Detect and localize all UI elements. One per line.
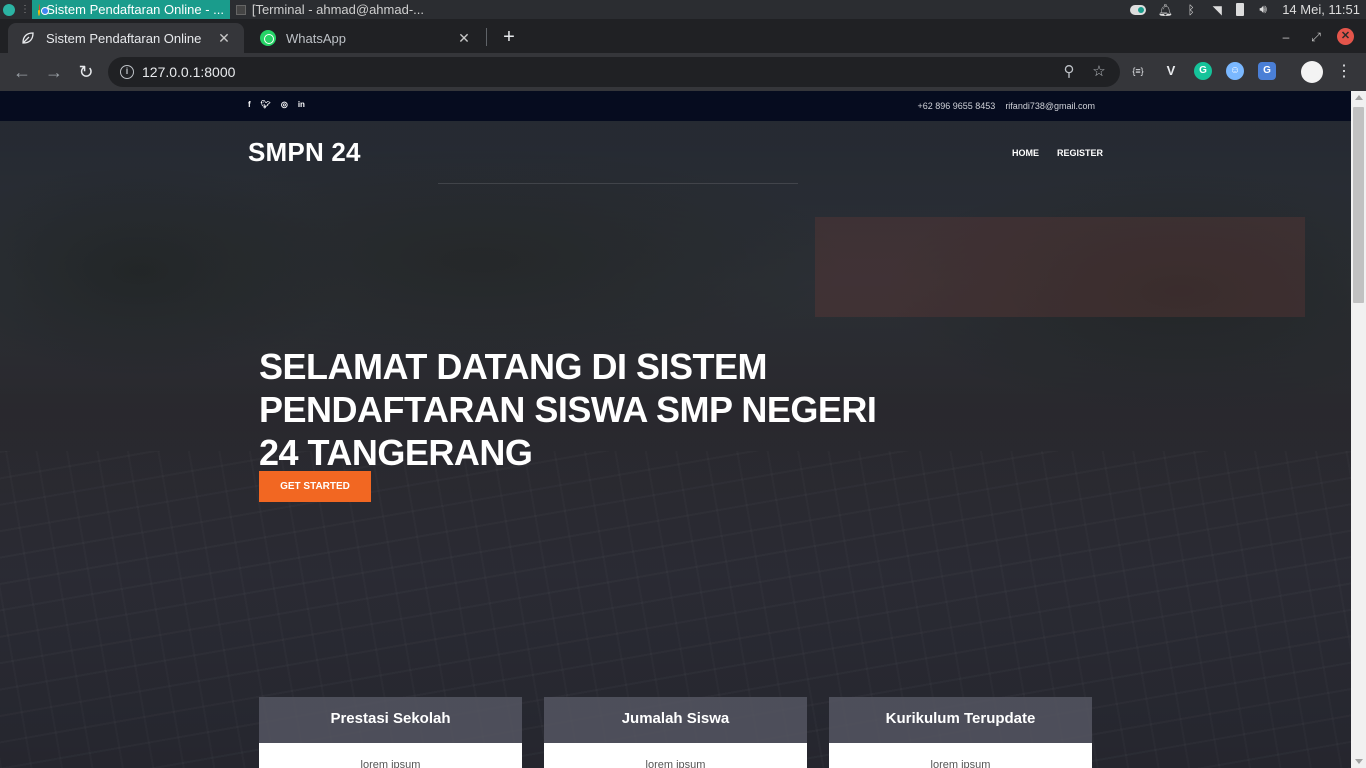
bluetooth-icon[interactable]: ᛒ: [1184, 3, 1198, 17]
browser-menu-icon[interactable]: ⋮: [1336, 61, 1352, 83]
feature-card-title: Jumalah Siswa: [544, 697, 807, 743]
feature-card-title: Prestasi Sekolah: [259, 697, 522, 743]
restore-button[interactable]: ⤢: [1306, 27, 1326, 47]
social-links: f 🐦︎ ◎ in: [248, 100, 305, 109]
taskbar-item-terminal[interactable]: [Terminal - ahmad@ahmad-...: [230, 0, 430, 19]
back-button[interactable]: ←: [12, 62, 32, 82]
taskbar-item-label: [Terminal - ahmad@ahmad-...: [251, 2, 424, 17]
feature-card: Jumalah Siswa lorem ipsum: [544, 697, 807, 768]
email-address[interactable]: rifandi738@gmail.com: [1005, 101, 1095, 111]
system-tray: 🔔︎ ᛒ ◥ 🔊︎ 14 Mei, 11:51: [1130, 2, 1366, 17]
wifi-icon[interactable]: ◥: [1210, 3, 1224, 17]
whatsapp-icon: [260, 30, 276, 46]
battery-icon[interactable]: [1236, 3, 1245, 16]
close-window-button[interactable]: ✕: [1337, 28, 1354, 45]
page-scrollbar[interactable]: [1351, 91, 1366, 768]
reload-button[interactable]: ↻: [76, 62, 96, 82]
get-started-button[interactable]: GET STARTED: [259, 471, 371, 502]
taskbar-item-chrome[interactable]: Sistem Pendaftaran Online - ...: [32, 0, 230, 19]
terminal-icon: [236, 4, 246, 15]
page-viewport: f 🐦︎ ◎ in +62 896 9655 8453 rifandi738@g…: [0, 91, 1351, 768]
feature-card-body: lorem ipsum: [829, 743, 1092, 768]
bookmark-star-icon[interactable]: ☆: [1090, 63, 1108, 81]
app-launcher-icon[interactable]: [0, 0, 18, 19]
scroll-down-arrow-icon[interactable]: [1355, 759, 1363, 764]
feature-card-title: Kurikulum Terupdate: [829, 697, 1092, 743]
volume-icon[interactable]: 🔊︎: [1256, 2, 1270, 16]
hero-headline: SELAMAT DATANG DI SISTEM PENDAFTARAN SIS…: [259, 346, 877, 473]
hero-background-building: [815, 217, 1305, 317]
feature-card: Prestasi Sekolah lorem ipsum: [259, 697, 522, 768]
contact-info: +62 896 9655 8453 rifandi738@gmail.com: [917, 101, 1095, 111]
linkedin-icon[interactable]: in: [298, 100, 305, 109]
close-tab-icon[interactable]: ✕: [456, 30, 472, 46]
tab-separator: [486, 28, 487, 46]
panel-grip-icon: ⋮: [20, 4, 30, 15]
phone-number: +62 896 9655 8453: [917, 101, 996, 111]
taskbar-item-label: Sistem Pendaftaran Online - ...: [46, 2, 224, 17]
translate-icon[interactable]: G: [1258, 62, 1276, 80]
close-tab-icon[interactable]: ✕: [216, 30, 232, 46]
os-panel: ⋮ Sistem Pendaftaran Online - ... [Termi…: [0, 0, 1366, 19]
tab-title: Sistem Pendaftaran Online: [46, 30, 202, 46]
url-text[interactable]: 127.0.0.1:8000: [142, 64, 1060, 80]
vue-devtools-icon[interactable]: V: [1162, 62, 1180, 80]
forward-button[interactable]: →: [44, 62, 64, 82]
new-tab-button[interactable]: +: [498, 26, 520, 48]
site-info-icon[interactable]: i: [120, 65, 134, 79]
tab-title: WhatsApp: [286, 30, 346, 46]
tab-whatsapp[interactable]: WhatsApp ✕: [248, 23, 484, 53]
feature-card-body: lorem ipsum: [544, 743, 807, 768]
nav-home-link[interactable]: HOME: [1012, 148, 1039, 158]
profile-avatar[interactable]: [1301, 61, 1323, 83]
feature-card: Kurikulum Terupdate lorem ipsum: [829, 697, 1092, 768]
scroll-up-arrow-icon[interactable]: [1355, 95, 1363, 100]
main-nav: HOME REGISTER: [1012, 148, 1103, 158]
address-bar[interactable]: i 127.0.0.1:8000 ⚲ ☆: [108, 57, 1120, 87]
instagram-icon[interactable]: ◎: [281, 100, 288, 109]
site-logo[interactable]: SMPN 24: [248, 137, 361, 168]
feature-card-body: lorem ipsum: [259, 743, 522, 768]
scrollbar-thumb[interactable]: [1353, 107, 1364, 303]
clock[interactable]: 14 Mei, 11:51: [1282, 2, 1360, 17]
camera-indicator-icon[interactable]: [1130, 4, 1147, 15]
tab-sistem-pendaftaran[interactable]: Sistem Pendaftaran Online ✕: [8, 23, 244, 53]
facebook-icon[interactable]: f: [248, 100, 251, 109]
header-divider: [438, 183, 798, 184]
chrome-icon: [38, 3, 51, 16]
zoom-icon[interactable]: ⚲: [1060, 63, 1078, 81]
twitter-icon[interactable]: 🐦︎: [261, 100, 271, 109]
nav-register-link[interactable]: REGISTER: [1057, 148, 1103, 158]
leaf-icon: [20, 30, 36, 46]
bell-icon[interactable]: 🔔︎: [1158, 3, 1173, 17]
hero-section: SMPN 24 HOME REGISTER SELAMAT DATANG DI …: [0, 121, 1351, 768]
grammarly-icon[interactable]: G: [1194, 62, 1212, 80]
site-topbar: f 🐦︎ ◎ in +62 896 9655 8453 rifandi738@g…: [0, 91, 1351, 121]
minimize-button[interactable]: –: [1276, 27, 1296, 47]
extension-globe-icon[interactable]: ☺: [1226, 62, 1244, 80]
json-extension-icon[interactable]: {≡}: [1129, 62, 1147, 80]
